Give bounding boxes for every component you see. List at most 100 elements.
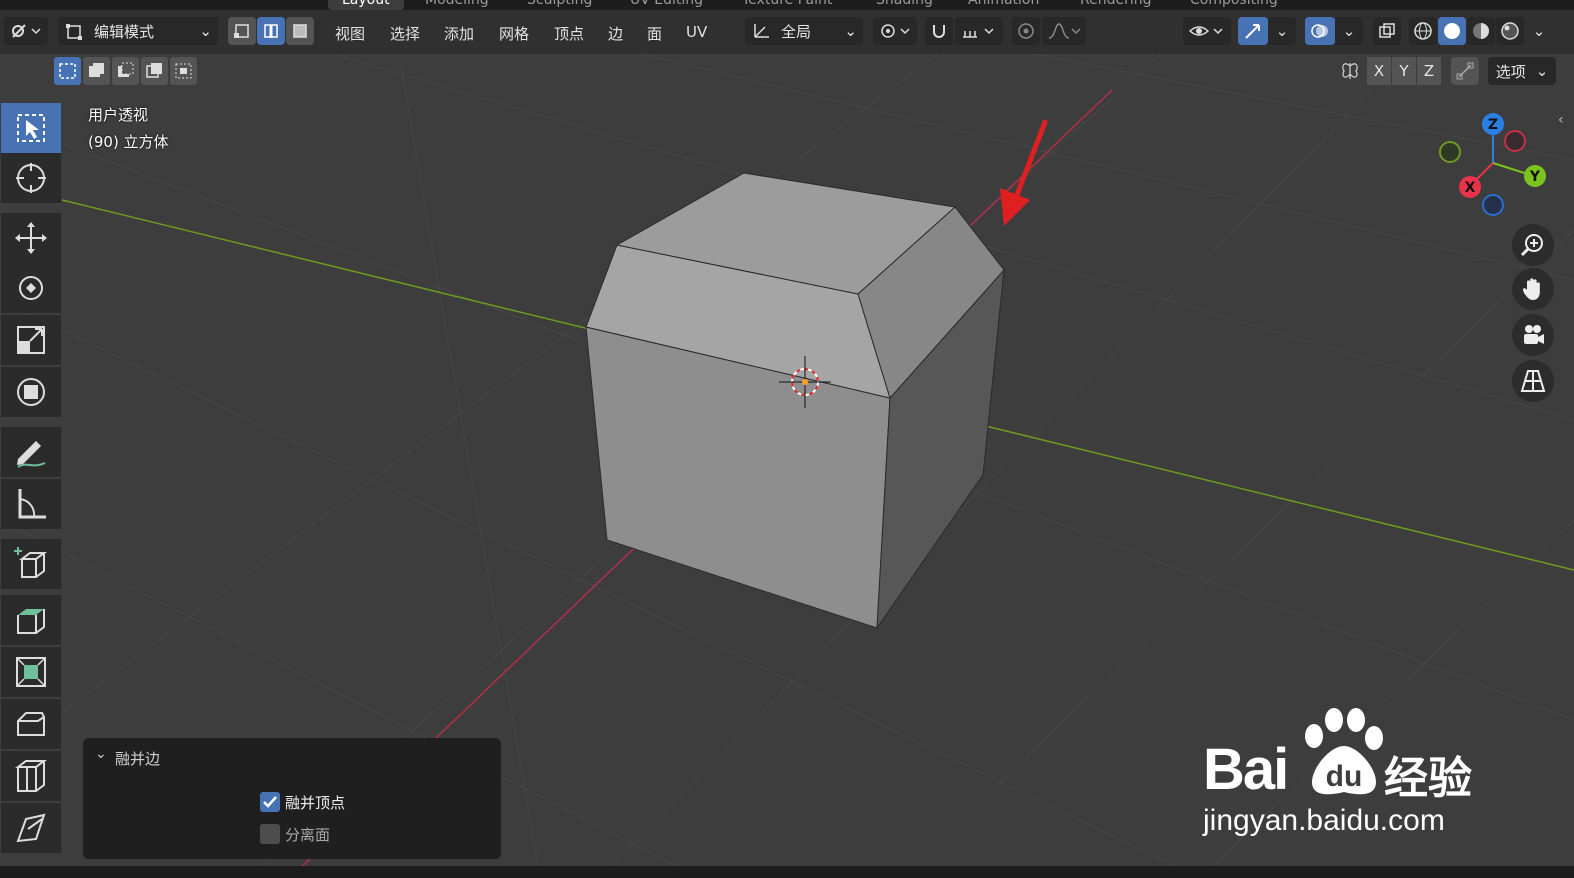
menu-view[interactable]: 视图 xyxy=(335,23,365,44)
hand-pan-icon xyxy=(1522,278,1540,300)
transform-icon xyxy=(17,378,45,406)
mirror-x-toggle[interactable]: X xyxy=(1367,57,1391,85)
select-subtract-icon xyxy=(118,62,134,77)
proportional-edit-button[interactable] xyxy=(1012,17,1040,45)
workspace-tab-bar: Layout Modeling Sculpting UV Editing Tex… xyxy=(0,0,1574,10)
camera-view-button[interactable] xyxy=(1512,314,1554,356)
loop-cut-icon xyxy=(15,760,47,792)
neg-z-gizmo-handle xyxy=(1482,194,1504,216)
menu-vertex[interactable]: 顶点 xyxy=(554,23,584,44)
menu-mesh[interactable]: 网格 xyxy=(499,23,529,44)
menu-face[interactable]: 面 xyxy=(647,23,662,44)
editor-type-button[interactable] xyxy=(4,17,48,45)
tool-add-cube[interactable] xyxy=(1,539,61,589)
select-mode-extend-button[interactable] xyxy=(83,57,110,85)
mirror-z-toggle[interactable]: Z xyxy=(1417,57,1441,85)
tool-rotate[interactable] xyxy=(1,263,61,313)
shading-wireframe-button[interactable] xyxy=(1409,17,1437,45)
tab-layout[interactable]: Layout xyxy=(328,0,404,10)
tool-bevel[interactable] xyxy=(1,699,61,749)
y-axis-label: Y xyxy=(1529,169,1541,185)
tool-move[interactable] xyxy=(1,213,61,263)
tool-knife[interactable] xyxy=(1,803,61,853)
menu-add[interactable]: 添加 xyxy=(444,23,474,44)
select-mode-subtract-button[interactable] xyxy=(112,57,139,85)
snap-target-button[interactable] xyxy=(955,17,1003,45)
chevron-down-icon[interactable]: ⌄ xyxy=(95,746,107,762)
tool-transform[interactable] xyxy=(1,367,61,417)
shading-solid-button[interactable] xyxy=(1438,17,1466,45)
menu-edge[interactable]: 边 xyxy=(608,23,623,44)
dissolve-verts-label[interactable]: 融并顶点 xyxy=(285,792,345,813)
chevron-down-icon: ⌄ xyxy=(1532,22,1546,40)
orientation-icon xyxy=(754,24,769,38)
zoom-button[interactable] xyxy=(1512,224,1554,266)
chevron-down-icon: ⌄ xyxy=(199,22,212,40)
overlay-dropdown[interactable]: ⌄ xyxy=(1335,17,1363,45)
x-axis-label: X xyxy=(1465,180,1476,196)
tool-extrude[interactable] xyxy=(1,595,61,645)
tab-texture-paint[interactable]: Texture Paint xyxy=(742,0,832,8)
tool-select-box[interactable] xyxy=(1,103,61,153)
gizmo-dropdown[interactable]: ⌄ xyxy=(1268,17,1296,45)
watermark-url: jingyan.baidu.com xyxy=(1203,804,1445,837)
mode-label: 编辑模式 xyxy=(94,22,155,41)
z-axis-label: Z xyxy=(1488,117,1498,133)
mirror-y-toggle[interactable]: Y xyxy=(1392,57,1416,85)
tab-rendering[interactable]: Rendering xyxy=(1080,0,1152,8)
sidebar-toggle-chevron-icon[interactable]: ‹ xyxy=(1558,112,1564,128)
navigation-gizmo[interactable]: Z Y X xyxy=(1430,108,1555,223)
shading-material-button[interactable] xyxy=(1467,17,1495,45)
dissolve-verts-checkbox[interactable] xyxy=(260,792,280,812)
tool-annotate[interactable] xyxy=(1,427,61,477)
tool-cursor[interactable] xyxy=(1,153,61,203)
falloff-button[interactable] xyxy=(1042,17,1086,45)
menu-select[interactable]: 选择 xyxy=(390,23,420,44)
xray-icon xyxy=(1379,23,1395,38)
face-split-label[interactable]: 分离面 xyxy=(285,824,330,845)
options-label: 选项 xyxy=(1495,62,1526,81)
xray-toggle-button[interactable] xyxy=(1373,17,1401,45)
face-select-button[interactable] xyxy=(286,17,314,45)
shading-rendered-button[interactable] xyxy=(1496,17,1524,45)
mirror-toggle-button[interactable] xyxy=(1336,57,1364,85)
vertex-select-button[interactable] xyxy=(228,17,256,45)
tab-animation[interactable]: Animation xyxy=(968,0,1039,8)
menu-uv[interactable]: UV xyxy=(686,23,707,41)
transform-orientation-dropdown[interactable]: 全局 ⌄ xyxy=(745,17,863,45)
ortho-toggle-button[interactable] xyxy=(1512,360,1554,402)
view-name-label: 用户透视 xyxy=(88,106,149,124)
pivot-point-button[interactable] xyxy=(873,17,917,45)
shading-dropdown[interactable]: ⌄ xyxy=(1525,17,1553,45)
face-split-checkbox[interactable] xyxy=(260,824,280,844)
status-bar-edge xyxy=(0,866,1574,878)
gizmo-toggle-button[interactable] xyxy=(1238,17,1268,45)
chevron-down-icon: ⌄ xyxy=(1535,62,1549,80)
tab-sculpting[interactable]: Sculpting xyxy=(527,0,592,8)
pan-button[interactable] xyxy=(1512,268,1554,310)
operator-panel-title[interactable]: 融并边 xyxy=(115,748,160,769)
overlay-toggle-button[interactable] xyxy=(1305,17,1335,45)
select-mode-new-button[interactable] xyxy=(54,57,81,85)
options-dropdown[interactable]: 选项 ⌄ xyxy=(1488,57,1556,85)
tab-shading[interactable]: Shading xyxy=(876,0,933,8)
operator-panel: ⌄ 融并边 融并顶点 分离面 xyxy=(83,738,501,859)
tab-uv-editing[interactable]: UV Editing xyxy=(630,0,703,8)
tool-inset[interactable] xyxy=(1,647,61,697)
select-mode-intersect-button[interactable] xyxy=(170,57,197,85)
select-mode-invert-button[interactable] xyxy=(141,57,168,85)
tool-scale[interactable] xyxy=(1,315,61,365)
visibility-button[interactable] xyxy=(1183,17,1231,45)
mode-dropdown[interactable]: 编辑模式 ⌄ xyxy=(58,17,218,45)
snap-toggle-button[interactable] xyxy=(925,17,953,45)
tool-measure[interactable] xyxy=(1,479,61,529)
edge-select-button[interactable] xyxy=(257,17,285,45)
tab-compositing[interactable]: Compositing xyxy=(1190,0,1278,8)
rotate-icon xyxy=(19,276,43,300)
tab-modeling[interactable]: Modeling xyxy=(425,0,489,8)
tool-loop-cut[interactable] xyxy=(1,751,61,801)
baidu-paw-logo: du xyxy=(1305,708,1383,795)
neg-y-gizmo-handle xyxy=(1439,141,1461,163)
grid-perspective-icon xyxy=(1520,370,1546,392)
auto-merge-button[interactable] xyxy=(1451,57,1479,85)
